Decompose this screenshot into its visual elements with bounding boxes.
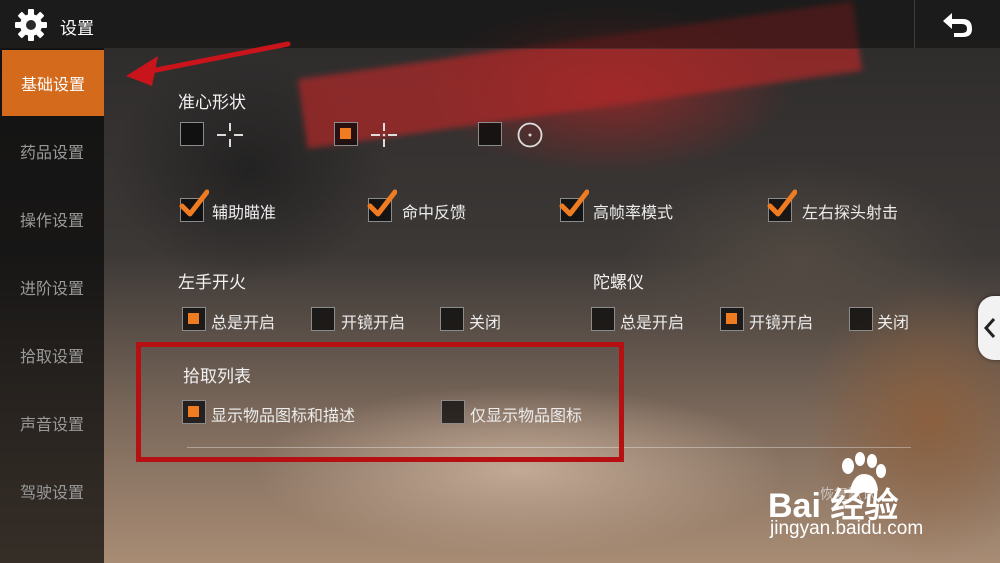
aim-assist-label: 辅助瞄准 [212,203,277,222]
high-framerate-label: 高帧率模式 [593,203,674,222]
peek-fire-checkbox[interactable] [767,189,797,222]
page-title: 设置 [60,19,94,39]
left-fire-title: 左手开火 [178,273,246,293]
aim-assist-checkbox[interactable] [179,189,209,222]
crosshair-cross-icon [217,123,243,147]
sidebar-item-sound[interactable]: 声音设置 [0,390,104,456]
gyroscope-scope-checkbox[interactable] [720,307,744,331]
left-fire-off-checkbox[interactable] [440,307,464,331]
left-fire-always-checkbox[interactable] [182,307,206,331]
checkmark-icon [367,189,397,217]
hit-feedback-checkbox[interactable] [367,189,397,222]
left-fire-scope-checkbox[interactable] [311,307,335,331]
crosshair-option-3-checkbox[interactable] [478,122,502,146]
sidebar: 基础设置 药品设置 操作设置 进阶设置 拾取设置 声音设置 驾驶设置 [0,48,104,563]
panel-toggle-handle[interactable] [978,296,1000,360]
gyroscope-off-label: 关闭 [877,313,910,332]
sidebar-item-pickup[interactable]: 拾取设置 [0,322,104,388]
sidebar-item-controls[interactable]: 操作设置 [0,186,104,252]
back-button[interactable] [914,0,1000,48]
sidebar-item-advanced[interactable]: 进阶设置 [0,254,104,320]
sidebar-item-basic[interactable]: 基础设置 [2,50,104,116]
crosshair-option-1-checkbox[interactable] [180,122,204,146]
back-arrow-icon [943,13,972,37]
gyroscope-scope-label: 开镜开启 [749,313,814,332]
gyroscope-always-label: 总是开启 [620,313,685,332]
crosshair-cross-dot-icon [371,123,397,147]
gyroscope-off-checkbox[interactable] [849,307,873,331]
left-fire-scope-label: 开镜开启 [341,313,406,332]
crosshair-option-2-checkbox[interactable] [334,122,358,146]
left-fire-off-label: 关闭 [469,313,502,332]
gyroscope-title: 陀螺仪 [593,273,644,293]
watermark: 恢复默认 Bai 经验 jingyan.baidu.com [740,450,990,550]
crosshair-circle-dot-icon [517,122,543,148]
left-fire-always-label: 总是开启 [211,313,276,332]
sidebar-item-driving[interactable]: 驾驶设置 [0,458,104,524]
checkmark-icon [559,189,589,217]
crosshair-title: 准心形状 [178,93,246,113]
checkmark-icon [767,189,797,217]
chevron-left-icon [983,318,996,338]
gear-icon[interactable] [14,8,48,42]
high-framerate-checkbox[interactable] [559,189,589,222]
watermark-url: jingyan.baidu.com [770,518,924,539]
peek-fire-label: 左右探头射击 [802,203,899,222]
gyroscope-always-checkbox[interactable] [591,307,615,331]
annotation-highlight-box [136,342,624,462]
checkmark-icon [179,189,209,217]
sidebar-item-medicine[interactable]: 药品设置 [0,118,104,184]
annotation-arrow [126,41,291,86]
hit-feedback-label: 命中反馈 [402,203,467,222]
